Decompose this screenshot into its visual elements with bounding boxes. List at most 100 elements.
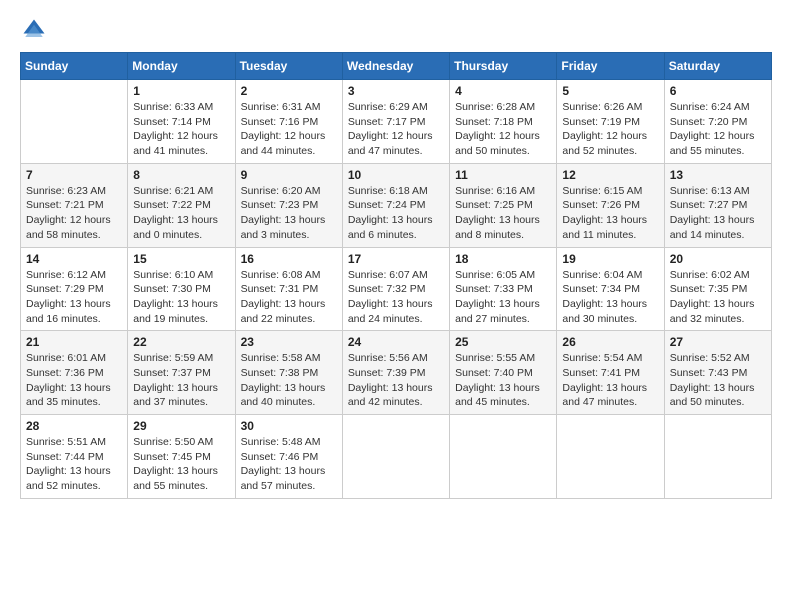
day-info: Sunrise: 6:05 AMSunset: 7:33 PMDaylight:…: [455, 268, 551, 327]
calendar-cell: 3Sunrise: 6:29 AMSunset: 7:17 PMDaylight…: [342, 80, 449, 164]
week-row-1: 1 Sunrise: 6:33 AMSunset: 7:14 PMDaylight…: [21, 80, 772, 164]
weekday-header-saturday: Saturday: [664, 53, 771, 80]
day-number: 10: [348, 168, 444, 182]
weekday-header-tuesday: Tuesday: [235, 53, 342, 80]
day-number: 28: [26, 419, 122, 433]
calendar-cell: 23 Sunrise: 5:58 AMSunset: 7:38 PMDayligh…: [235, 331, 342, 415]
calendar-cell: [557, 415, 664, 499]
day-info: Sunrise: 5:58 AMSunset: 7:38 PMDaylight:…: [241, 351, 337, 410]
day-number: 15: [133, 252, 229, 266]
week-row-5: 28Sunrise: 5:51 AMSunset: 7:44 PMDayligh…: [21, 415, 772, 499]
day-number: 29: [133, 419, 229, 433]
calendar-cell: 6 Sunrise: 6:24 AMSunset: 7:20 PMDaylight…: [664, 80, 771, 164]
day-info: Sunrise: 6:10 AMSunset: 7:30 PMDaylight:…: [133, 268, 229, 327]
day-number: 12: [562, 168, 658, 182]
day-number: 23: [241, 335, 337, 349]
calendar-cell: 18 Sunrise: 6:05 AMSunset: 7:33 PMDayligh…: [450, 247, 557, 331]
day-number: 5: [562, 84, 658, 98]
weekday-header-friday: Friday: [557, 53, 664, 80]
day-info: Sunrise: 6:31 AMSunset: 7:16 PMDaylight:…: [241, 100, 337, 159]
day-number: 14: [26, 252, 122, 266]
weekday-header-monday: Monday: [128, 53, 235, 80]
day-number: 24: [348, 335, 444, 349]
day-number: 20: [670, 252, 766, 266]
day-number: 16: [241, 252, 337, 266]
week-row-4: 21 Sunrise: 6:01 AMSunset: 7:36 PMDayligh…: [21, 331, 772, 415]
calendar-cell: 30 Sunrise: 5:48 AMSunset: 7:46 PMDayligh…: [235, 415, 342, 499]
calendar-cell: 21 Sunrise: 6:01 AMSunset: 7:36 PMDayligh…: [21, 331, 128, 415]
day-number: 25: [455, 335, 551, 349]
weekday-header-sunday: Sunday: [21, 53, 128, 80]
week-row-2: 7Sunrise: 6:23 AMSunset: 7:21 PMDaylight…: [21, 163, 772, 247]
calendar-cell: [664, 415, 771, 499]
day-info: Sunrise: 5:56 AMSunset: 7:39 PMDaylight:…: [348, 351, 444, 410]
day-info: Sunrise: 5:50 AMSunset: 7:45 PMDaylight:…: [133, 435, 229, 494]
calendar-cell: 13Sunrise: 6:13 AMSunset: 7:27 PMDayligh…: [664, 163, 771, 247]
day-info: Sunrise: 5:52 AMSunset: 7:43 PMDaylight:…: [670, 351, 766, 410]
calendar-cell: 15 Sunrise: 6:10 AMSunset: 7:30 PMDayligh…: [128, 247, 235, 331]
day-info: Sunrise: 5:55 AMSunset: 7:40 PMDaylight:…: [455, 351, 551, 410]
day-number: 19: [562, 252, 658, 266]
day-number: 4: [455, 84, 551, 98]
day-info: Sunrise: 6:18 AMSunset: 7:24 PMDaylight:…: [348, 184, 444, 243]
day-info: Sunrise: 6:21 AMSunset: 7:22 PMDaylight:…: [133, 184, 229, 243]
calendar-cell: 16 Sunrise: 6:08 AMSunset: 7:31 PMDayligh…: [235, 247, 342, 331]
day-number: 6: [670, 84, 766, 98]
calendar-cell: 28Sunrise: 5:51 AMSunset: 7:44 PMDayligh…: [21, 415, 128, 499]
day-number: 21: [26, 335, 122, 349]
day-info: Sunrise: 6:33 AMSunset: 7:14 PMDaylight:…: [133, 100, 229, 159]
calendar-cell: 22 Sunrise: 5:59 AMSunset: 7:37 PMDayligh…: [128, 331, 235, 415]
calendar-cell: 2Sunrise: 6:31 AMSunset: 7:16 PMDaylight…: [235, 80, 342, 164]
day-number: 7: [26, 168, 122, 182]
calendar-cell: [450, 415, 557, 499]
day-info: Sunrise: 5:59 AMSunset: 7:37 PMDaylight:…: [133, 351, 229, 410]
day-info: Sunrise: 6:04 AMSunset: 7:34 PMDaylight:…: [562, 268, 658, 327]
day-number: 22: [133, 335, 229, 349]
day-info: Sunrise: 6:24 AMSunset: 7:20 PMDaylight:…: [670, 100, 766, 159]
calendar-cell: 8 Sunrise: 6:21 AMSunset: 7:22 PMDaylight…: [128, 163, 235, 247]
calendar-cell: 4 Sunrise: 6:28 AMSunset: 7:18 PMDaylight…: [450, 80, 557, 164]
weekday-header-row: SundayMondayTuesdayWednesdayThursdayFrid…: [21, 53, 772, 80]
day-number: 26: [562, 335, 658, 349]
calendar-cell: 1 Sunrise: 6:33 AMSunset: 7:14 PMDaylight…: [128, 80, 235, 164]
calendar-cell: 19 Sunrise: 6:04 AMSunset: 7:34 PMDayligh…: [557, 247, 664, 331]
calendar-cell: 12Sunrise: 6:15 AMSunset: 7:26 PMDayligh…: [557, 163, 664, 247]
day-number: 3: [348, 84, 444, 98]
day-info: Sunrise: 6:26 AMSunset: 7:19 PMDaylight:…: [562, 100, 658, 159]
day-info: Sunrise: 6:28 AMSunset: 7:18 PMDaylight:…: [455, 100, 551, 159]
calendar-cell: 7Sunrise: 6:23 AMSunset: 7:21 PMDaylight…: [21, 163, 128, 247]
day-info: Sunrise: 6:12 AMSunset: 7:29 PMDaylight:…: [26, 268, 122, 327]
calendar-cell: 29 Sunrise: 5:50 AMSunset: 7:45 PMDayligh…: [128, 415, 235, 499]
calendar-table: SundayMondayTuesdayWednesdayThursdayFrid…: [20, 52, 772, 499]
weekday-header-wednesday: Wednesday: [342, 53, 449, 80]
calendar-cell: [21, 80, 128, 164]
day-number: 30: [241, 419, 337, 433]
calendar-cell: 10 Sunrise: 6:18 AMSunset: 7:24 PMDayligh…: [342, 163, 449, 247]
calendar-cell: 9Sunrise: 6:20 AMSunset: 7:23 PMDaylight…: [235, 163, 342, 247]
day-number: 1: [133, 84, 229, 98]
calendar-cell: [342, 415, 449, 499]
day-info: Sunrise: 6:16 AMSunset: 7:25 PMDaylight:…: [455, 184, 551, 243]
day-number: 17: [348, 252, 444, 266]
day-info: Sunrise: 6:08 AMSunset: 7:31 PMDaylight:…: [241, 268, 337, 327]
day-number: 27: [670, 335, 766, 349]
day-info: Sunrise: 5:48 AMSunset: 7:46 PMDaylight:…: [241, 435, 337, 494]
logo-icon: [20, 16, 48, 44]
week-row-3: 14 Sunrise: 6:12 AMSunset: 7:29 PMDayligh…: [21, 247, 772, 331]
day-info: Sunrise: 6:01 AMSunset: 7:36 PMDaylight:…: [26, 351, 122, 410]
day-info: Sunrise: 6:20 AMSunset: 7:23 PMDaylight:…: [241, 184, 337, 243]
calendar-cell: 17 Sunrise: 6:07 AMSunset: 7:32 PMDayligh…: [342, 247, 449, 331]
calendar-cell: 14 Sunrise: 6:12 AMSunset: 7:29 PMDayligh…: [21, 247, 128, 331]
calendar-cell: 25 Sunrise: 5:55 AMSunset: 7:40 PMDayligh…: [450, 331, 557, 415]
day-info: Sunrise: 6:13 AMSunset: 7:27 PMDaylight:…: [670, 184, 766, 243]
day-number: 8: [133, 168, 229, 182]
logo: [20, 16, 52, 44]
calendar-cell: 26 Sunrise: 5:54 AMSunset: 7:41 PMDayligh…: [557, 331, 664, 415]
day-info: Sunrise: 6:07 AMSunset: 7:32 PMDaylight:…: [348, 268, 444, 327]
day-number: 18: [455, 252, 551, 266]
calendar-cell: 27 Sunrise: 5:52 AMSunset: 7:43 PMDayligh…: [664, 331, 771, 415]
calendar-cell: 5 Sunrise: 6:26 AMSunset: 7:19 PMDaylight…: [557, 80, 664, 164]
calendar-cell: 11Sunrise: 6:16 AMSunset: 7:25 PMDayligh…: [450, 163, 557, 247]
day-info: Sunrise: 5:54 AMSunset: 7:41 PMDaylight:…: [562, 351, 658, 410]
weekday-header-thursday: Thursday: [450, 53, 557, 80]
